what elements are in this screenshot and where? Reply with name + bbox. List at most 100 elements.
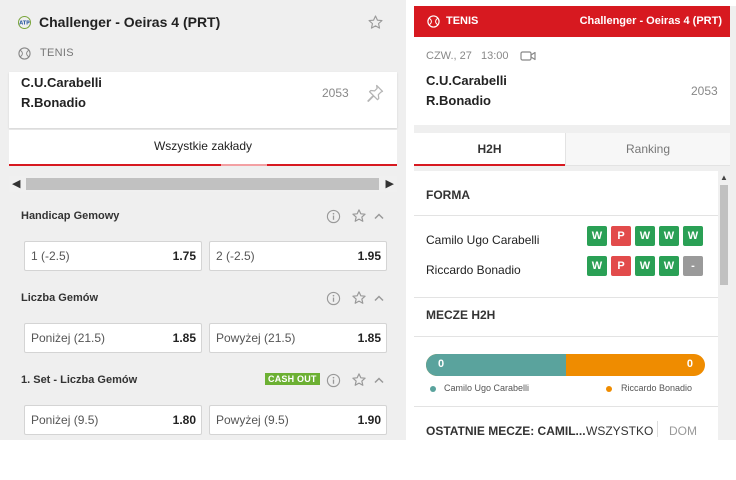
h2h-bar-player-1 <box>426 354 566 376</box>
player-2-name: R.Bonadio <box>426 93 491 108</box>
divider <box>414 297 718 298</box>
tab-indicator <box>221 164 267 166</box>
chevron-up-icon[interactable] <box>374 212 384 220</box>
scrollbar-thumb[interactable] <box>26 178 379 190</box>
cashout-badge: CASH OUT <box>265 373 320 385</box>
event-panel: ATP Challenger - Oeiras 4 (PRT) TENIS C.… <box>0 0 406 440</box>
legend-dot-player-2 <box>606 386 612 392</box>
form-result-badge: W <box>659 226 679 246</box>
odd-value: 1.85 <box>357 331 381 345</box>
h2h-section-title: MECZE H2H <box>426 308 496 322</box>
player-1-name: C.U.Carabelli <box>426 73 507 88</box>
page: ATP Challenger - Oeiras 4 (PRT) TENIS C.… <box>0 0 736 480</box>
tennis-ball-icon <box>427 15 440 28</box>
form-result-badge: W <box>659 256 679 276</box>
odd-label: Powyżej (9.5) <box>216 413 289 427</box>
filter-all[interactable]: WSZYSTKO <box>586 424 653 438</box>
market-title: Liczba Gemów <box>21 292 99 304</box>
scroll-right-icon[interactable]: ▶ <box>386 177 394 190</box>
legend-player-1: Camilo Ugo Carabelli <box>444 383 530 393</box>
favorite-star-icon[interactable] <box>351 208 367 224</box>
odd-button[interactable]: 1 (-2.5) 1.75 <box>24 241 202 271</box>
match-stats-panel: TENIS Challenger - Oeiras 4 (PRT) CZW., … <box>414 6 736 440</box>
form-section-title: FORMA <box>426 188 470 202</box>
odd-label: Poniżej (21.5) <box>31 331 106 345</box>
stats-content: FORMA Camilo Ugo Carabelli WPWWW Riccard… <box>414 171 718 440</box>
last-matches-title: OSTATNIE MECZE: CAMIL... <box>426 424 586 438</box>
favorite-star-icon[interactable] <box>351 290 367 306</box>
odd-label: Powyżej (21.5) <box>216 331 296 345</box>
divider <box>414 336 718 337</box>
chevron-up-icon[interactable] <box>374 376 384 384</box>
odd-value: 1.75 <box>172 249 196 263</box>
h2h-bar: 0 0 <box>426 354 705 376</box>
divider <box>414 215 718 216</box>
pin-icon[interactable] <box>365 83 385 103</box>
vertical-scrollbar[interactable]: ▲ <box>718 171 730 440</box>
form-result-badge: P <box>611 256 631 276</box>
event-header: ATP Challenger - Oeiras 4 (PRT) TENIS <box>0 0 406 72</box>
tab-all-bets[interactable]: Wszystkie zakłady <box>9 139 397 153</box>
odd-label: 2 (-2.5) <box>216 249 255 263</box>
form-result-badge: W <box>635 226 655 246</box>
form-player-name: Camilo Ugo Carabelli <box>426 233 540 247</box>
h2h-wins-player-1: 0 <box>438 358 445 370</box>
odd-label: Poniżej (9.5) <box>31 413 99 427</box>
bet-tabs: Wszystkie zakłady <box>9 130 397 166</box>
sport-label: TENIS <box>446 15 479 27</box>
scrollbar-thumb[interactable] <box>720 185 728 285</box>
odd-value: 1.95 <box>357 249 381 263</box>
legend-player-2: Riccardo Bonadio <box>621 383 693 393</box>
filter-separator <box>657 421 658 437</box>
odd-value: 1.85 <box>172 331 196 345</box>
odd-button[interactable]: 2 (-2.5) 1.95 <box>209 241 387 271</box>
event-title: Challenger - Oeiras 4 (PRT) <box>39 14 221 30</box>
odd-button[interactable]: Powyżej (9.5) 1.90 <box>209 405 387 435</box>
match-date: CZW., 27 <box>426 50 472 62</box>
market-header[interactable]: 1. Set - Liczba Gemów CASH OUT <box>9 363 397 399</box>
odd-button[interactable]: Powyżej (21.5) 1.85 <box>209 323 387 353</box>
match-id: 2053 <box>322 86 349 100</box>
stats-header: TENIS Challenger - Oeiras 4 (PRT) <box>414 6 730 37</box>
form-result-badge: W <box>683 226 703 246</box>
odd-button[interactable]: Poniżej (21.5) 1.85 <box>24 323 202 353</box>
info-icon[interactable] <box>326 373 341 388</box>
player-2-name: R.Bonadio <box>21 95 86 110</box>
scroll-up-icon[interactable]: ▲ <box>720 173 728 182</box>
player-1-name: C.U.Carabelli <box>21 75 102 90</box>
odd-value: 1.90 <box>357 413 381 427</box>
form-result-badge: P <box>611 226 631 246</box>
market-header[interactable]: Liczba Gemów <box>9 281 397 317</box>
legend-dot-player-1 <box>430 386 436 392</box>
odd-button[interactable]: Poniżej (9.5) 1.80 <box>24 405 202 435</box>
form-result-badge: W <box>587 226 607 246</box>
match-id: 2053 <box>691 84 718 98</box>
horizontal-scrollbar[interactable]: ◀ ▶ <box>9 176 397 192</box>
match-info-card: CZW., 27 13:00 C.U.Carabelli R.Bonadio 2… <box>414 37 730 125</box>
market-title: 1. Set - Liczba Gemów <box>21 374 138 386</box>
stats-tabs: H2H Ranking <box>414 133 730 166</box>
match-card: C.U.Carabelli R.Bonadio 2053 <box>9 72 397 128</box>
divider <box>414 406 718 407</box>
tab-h2h[interactable]: H2H <box>414 133 565 166</box>
market-header[interactable]: Handicap Gemowy <box>9 199 397 235</box>
info-icon[interactable] <box>326 209 341 224</box>
tab-ranking[interactable]: Ranking <box>565 133 730 166</box>
tennis-ball-icon <box>18 47 31 60</box>
form-result-badge: - <box>683 256 703 276</box>
video-camera-icon[interactable] <box>520 50 536 62</box>
info-icon[interactable] <box>326 291 341 306</box>
favorite-star-icon[interactable] <box>351 372 367 388</box>
sport-label: TENIS <box>40 47 74 59</box>
favorite-star-icon[interactable] <box>367 14 384 31</box>
svg-text:ATP: ATP <box>19 21 30 27</box>
event-title: Challenger - Oeiras 4 (PRT) <box>579 15 722 27</box>
form-player-name: Riccardo Bonadio <box>426 263 521 277</box>
scroll-left-icon[interactable]: ◀ <box>12 177 20 190</box>
atp-logo-icon: ATP <box>18 16 31 29</box>
form-result-badge: W <box>587 256 607 276</box>
odd-label: 1 (-2.5) <box>31 249 70 263</box>
match-time: 13:00 <box>481 50 509 62</box>
filter-home[interactable]: DOM <box>669 424 697 438</box>
chevron-up-icon[interactable] <box>374 294 384 302</box>
